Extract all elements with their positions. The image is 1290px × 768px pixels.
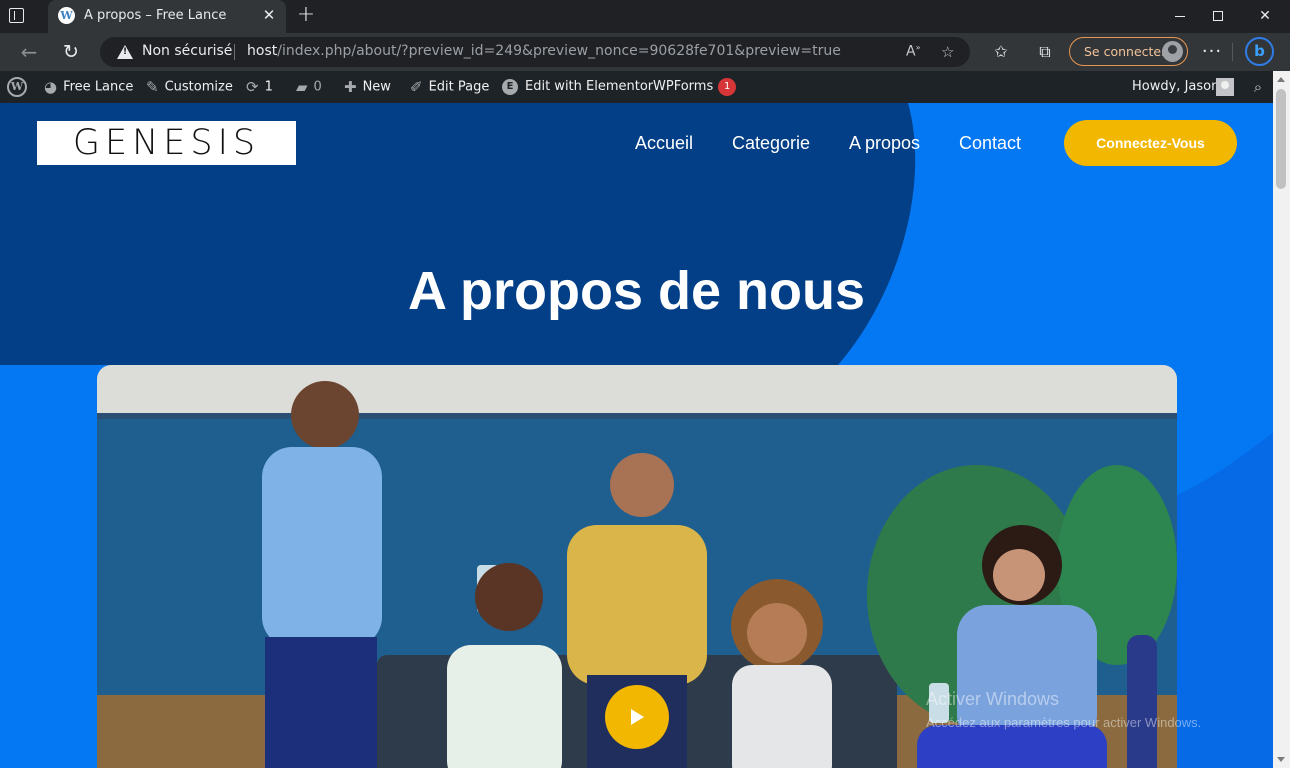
windows-activation-subtitle: Accédez aux paramètres pour activer Wind… [926,715,1202,730]
collections-icon[interactable]: ⧉ [1034,41,1056,63]
admin-bar-updates[interactable]: ⟳ 1 [246,71,273,103]
admin-bar-new[interactable]: ✚ New [344,71,391,103]
profile-avatar-icon [1162,41,1183,62]
nav-link-a-propos[interactable]: A propos [849,133,920,154]
elementor-icon: E [502,78,518,95]
vertical-scrollbar[interactable] [1273,71,1290,768]
toolbar-divider [1232,43,1233,61]
admin-bar-account[interactable]: Howdy, Jason [1132,71,1219,103]
sign-in-label: Se connecter [1084,44,1167,59]
window-minimize-button[interactable] [1160,4,1200,28]
window-maximize-button[interactable] [1198,4,1238,28]
browser-tab-strip: W A propos – Free Lance ✕ + ✕ [0,0,1290,33]
nav-link-accueil[interactable]: Accueil [635,133,693,154]
back-arrow-icon[interactable]: ← [16,39,42,65]
admin-bar-edit-elementor[interactable]: E Edit with Elementor [502,71,653,103]
more-options-icon[interactable]: ··· [1201,41,1223,63]
nav-link-categorie[interactable]: Categorie [732,133,810,154]
url-text[interactable]: host/index.php/about/?preview_id=249&pre… [247,43,841,59]
wp-admin-bar: W ◕ Free Lance ✎ Customize ⟳ 1 ▰ 0 ✚ New ✐ Edi… [0,71,1273,103]
updates-count: 1 [264,79,273,95]
admin-bar-wpforms[interactable]: WPForms 1 [653,71,737,103]
edit-elementor-label: Edit with Elementor [525,79,654,94]
admin-bar-site-name[interactable]: ◕ Free Lance [44,71,133,103]
site-name-label: Free Lance [63,79,134,95]
sign-in-button[interactable]: Se connecter [1069,37,1188,66]
tab-actions-icon[interactable] [9,8,24,23]
wpforms-label: WPForms [653,79,714,94]
browser-tab-active[interactable]: W A propos – Free Lance ✕ [48,0,286,33]
new-tab-button[interactable]: + [294,3,318,27]
search-icon[interactable]: ⌕ [1248,77,1268,97]
bing-copilot-icon[interactable]: b [1245,37,1274,66]
admin-bar-customize[interactable]: ✎ Customize [146,71,233,103]
pencil-icon: ✐ [410,78,423,96]
tab-close-icon[interactable]: ✕ [260,6,278,24]
site-logo[interactable]: GENESIS [37,121,296,165]
warning-icon [117,45,133,59]
scrollbar-thumb[interactable] [1276,89,1286,189]
nav-link-contact[interactable]: Contact [959,133,1021,154]
wpforms-notification-badge: 1 [718,77,737,96]
page-title: A propos de nous [408,261,865,321]
url-path: /index.php/about/?preview_id=249&preview… [277,43,841,59]
comments-count: 0 [313,79,322,95]
add-favorite-icon[interactable]: ☆ [941,43,954,61]
browser-toolbar: ← ↻ Non sécurisé host/index.php/about/?p… [0,33,1290,71]
admin-bar-edit-page[interactable]: ✐ Edit Page [410,71,489,103]
edit-page-label: Edit Page [428,79,490,95]
comment-bubble-icon: ▰ [296,78,308,96]
customize-label: Customize [164,79,233,95]
refresh-icon[interactable]: ↻ [58,39,84,65]
security-status[interactable]: Non sécurisé [142,43,232,59]
howdy-label: Howdy, Jason [1132,79,1220,94]
windows-activation-title: Activer Windows [926,689,1060,709]
address-divider [234,44,235,60]
favorites-icon[interactable]: ✩ [990,41,1012,63]
tab-title: A propos – Free Lance [84,8,227,23]
updates-icon: ⟳ [246,78,259,96]
new-label: New [362,79,391,95]
plus-icon: ✚ [344,78,357,96]
wordpress-favicon-icon: W [58,7,75,24]
address-bar[interactable]: Non sécurisé host/index.php/about/?previ… [100,37,970,67]
window-close-button[interactable]: ✕ [1245,4,1285,28]
read-aloud-icon[interactable]: A» [906,43,920,60]
admin-bar-comments[interactable]: ▰ 0 [296,71,322,103]
scroll-down-arrow-icon[interactable] [1277,757,1285,762]
page-viewport: GENESIS Accueil Categorie A propos Conta… [0,103,1273,768]
url-host: host [247,43,278,59]
dashboard-icon: ◕ [44,78,58,96]
connect-button[interactable]: Connectez-Vous [1064,120,1237,166]
scroll-up-arrow-icon[interactable] [1277,77,1285,82]
wordpress-logo-icon[interactable]: W [7,77,27,97]
paintbrush-icon: ✎ [146,78,159,96]
user-avatar-icon[interactable] [1216,78,1234,96]
video-play-button[interactable] [605,685,669,749]
